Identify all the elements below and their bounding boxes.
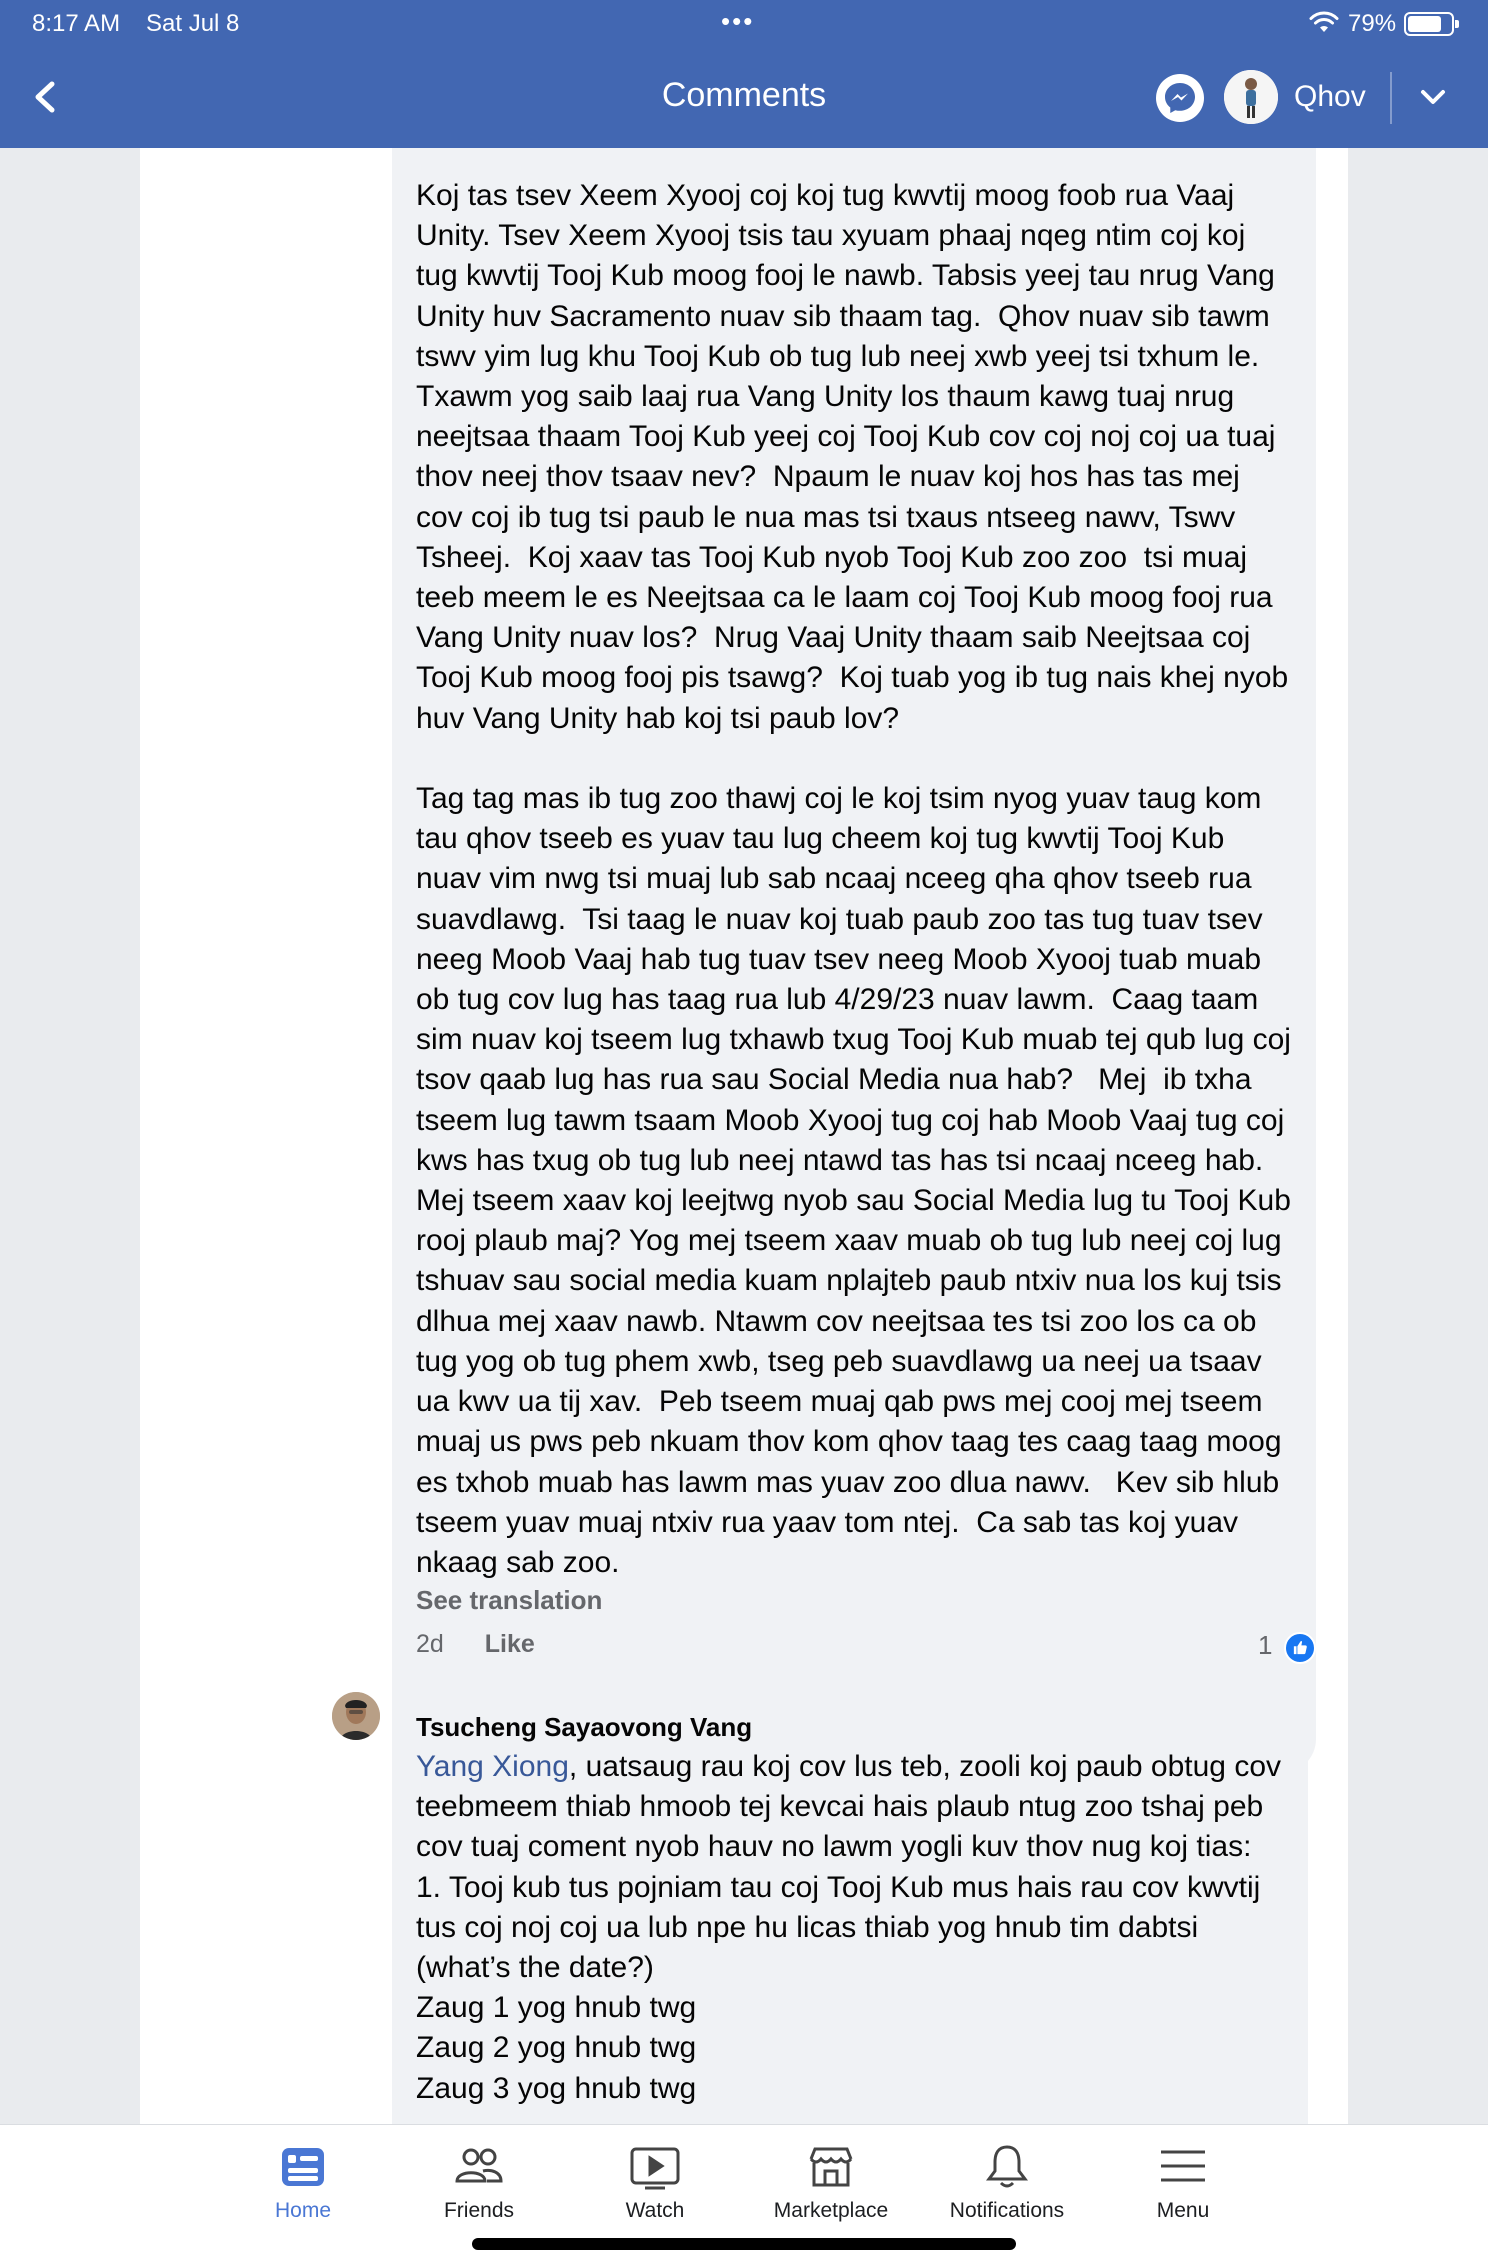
- see-translation-link[interactable]: See translation: [416, 1585, 1292, 1616]
- comments-feed[interactable]: Koj tas tsev Xeem Xyooj coj koj tug kwvt…: [0, 148, 1488, 2124]
- profile-name[interactable]: Qhov: [1294, 80, 1366, 114]
- nav-label: Notifications: [949, 2199, 1065, 2222]
- watch-icon: [630, 2147, 680, 2190]
- reply-bubble: Tsucheng Sayaovong Vang Yang Xiong, uats…: [392, 1694, 1308, 2124]
- comment-text: Koj tas tsev Xeem Xyooj coj koj tug kwvt…: [416, 179, 1291, 1579]
- nav-label: Friends: [443, 2199, 515, 2222]
- marketplace-icon: [809, 2147, 853, 2187]
- multitasking-dots-icon[interactable]: •••: [721, 6, 754, 37]
- nav-watch[interactable]: Watch: [567, 2141, 743, 2237]
- chevron-down-icon[interactable]: [1416, 84, 1450, 112]
- bell-icon: [986, 2145, 1028, 2188]
- commenter-avatar[interactable]: [332, 1692, 380, 1740]
- messenger-button[interactable]: [1156, 74, 1204, 122]
- thumbs-up-icon[interactable]: [1284, 1632, 1316, 1664]
- status-time: 8:17 AM: [32, 10, 121, 37]
- nav-menu[interactable]: Menu: [1095, 2141, 1271, 2237]
- like-button[interactable]: Like: [485, 1630, 535, 1659]
- friends-icon: [455, 2148, 503, 2183]
- battery-percentage: 79%: [1348, 10, 1397, 37]
- nav-marketplace[interactable]: Marketplace: [743, 2141, 919, 2237]
- nav-label: Watch: [625, 2199, 685, 2222]
- wifi-icon: [1309, 11, 1339, 32]
- comment-timestamp[interactable]: 2d: [416, 1630, 444, 1659]
- battery-icon: [1404, 12, 1459, 36]
- top-bar: 8:17 AM Sat Jul 8 ••• 79% Comments Qhov: [0, 0, 1488, 148]
- nav-home[interactable]: Home: [215, 2141, 391, 2237]
- nav-label: Menu: [1156, 2199, 1210, 2222]
- home-indicator[interactable]: [472, 2238, 1016, 2250]
- nav-label: Home: [274, 2199, 332, 2222]
- nav-label: Marketplace: [773, 2199, 889, 2222]
- nav-friends[interactable]: Friends: [391, 2141, 567, 2237]
- status-date: Sat Jul 8: [146, 10, 240, 37]
- reply-body: , uatsaug rau koj cov lus teb, zooli koj…: [416, 1750, 1282, 2105]
- menu-icon: [1161, 2150, 1205, 2182]
- commenter-name[interactable]: Tsucheng Sayaovong Vang: [416, 1712, 1284, 1743]
- profile-avatar[interactable]: [1224, 70, 1278, 124]
- reaction-count[interactable]: 1: [1258, 1630, 1272, 1661]
- comment-bubble: Koj tas tsev Xeem Xyooj coj koj tug kwvt…: [392, 148, 1316, 1773]
- reply-text: Yang Xiong, uatsaug rau koj cov lus teb,…: [416, 1747, 1284, 2109]
- header-divider: [1390, 72, 1392, 124]
- mention-link[interactable]: Yang Xiong: [416, 1750, 569, 1783]
- profile-figure-icon: [1224, 70, 1278, 124]
- nav-notifications[interactable]: Notifications: [919, 2141, 1095, 2237]
- home-icon: [282, 2148, 324, 2186]
- messenger-icon: [1165, 83, 1195, 113]
- comment-actions: 2d Like: [416, 1630, 535, 1659]
